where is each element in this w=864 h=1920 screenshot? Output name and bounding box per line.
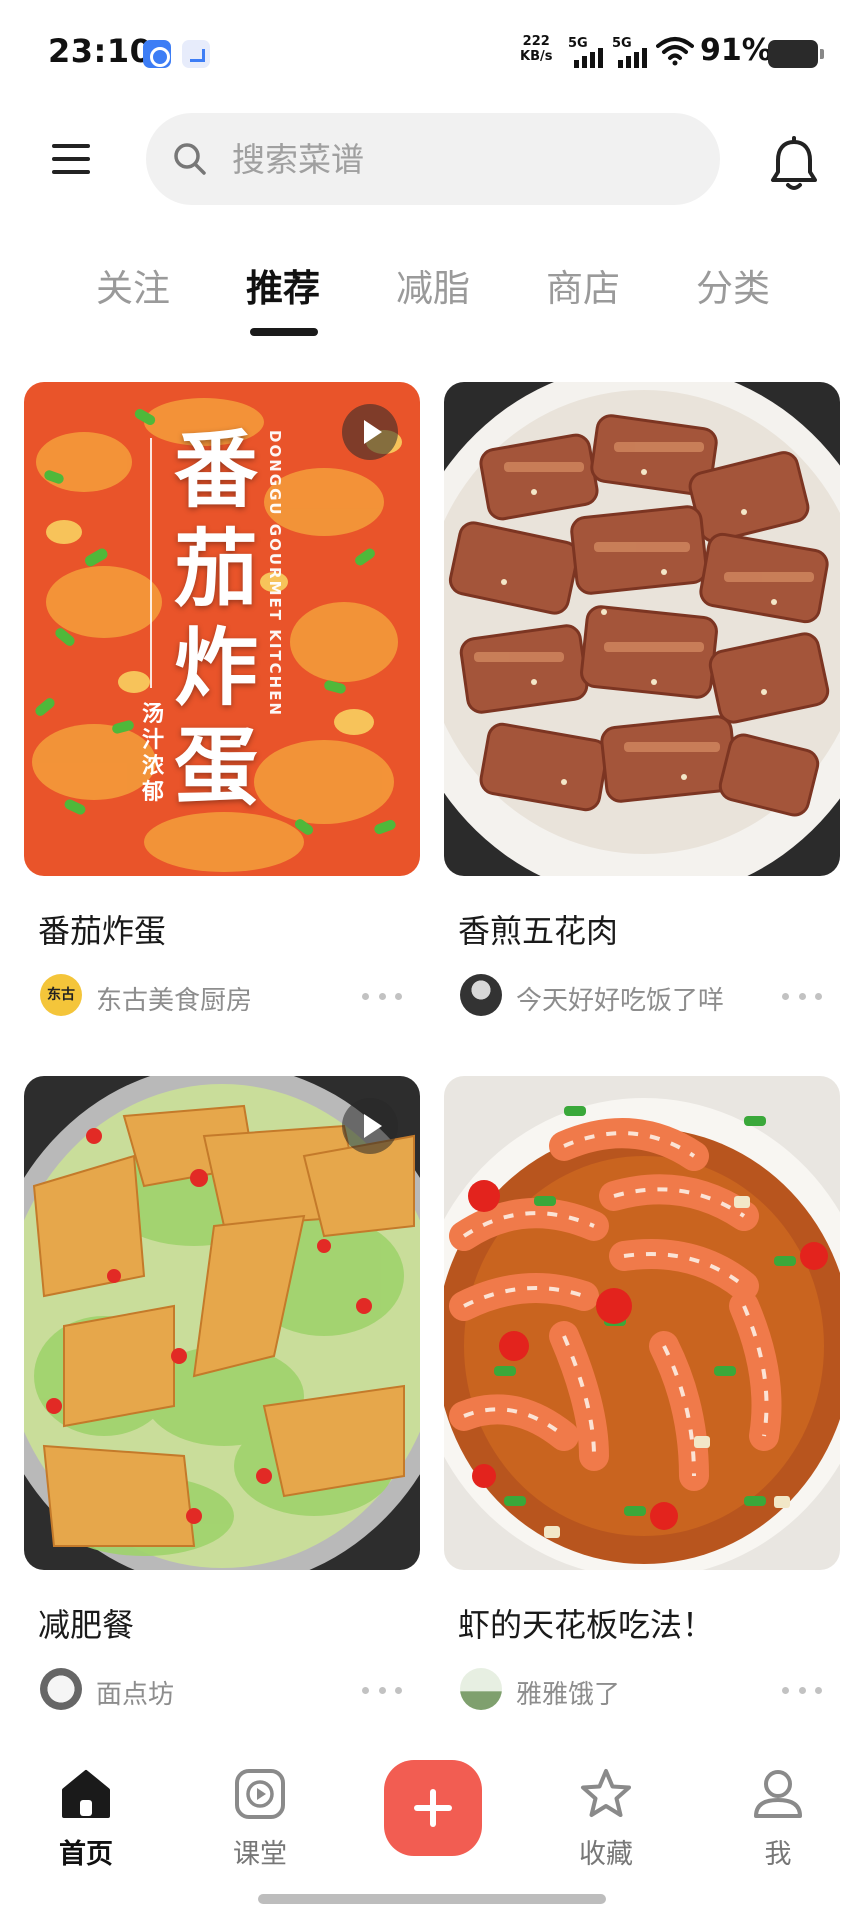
more-icon[interactable] — [362, 982, 402, 1010]
nav-classroom[interactable]: 课堂 — [200, 1766, 320, 1871]
more-icon[interactable] — [782, 982, 822, 1010]
nav-profile[interactable]: 我 — [718, 1766, 838, 1871]
search-input[interactable] — [232, 113, 692, 205]
tab-category[interactable]: 分类 — [673, 258, 793, 312]
home-indicator[interactable] — [258, 1894, 606, 1904]
author-name[interactable]: 面点坊 — [96, 1674, 174, 1711]
play-square-icon — [235, 1769, 285, 1819]
search-icon — [174, 143, 206, 175]
wifi-icon — [656, 37, 694, 66]
recipe-image[interactable] — [24, 1076, 420, 1570]
notification-chart-icon — [182, 40, 210, 68]
avatar[interactable] — [460, 974, 502, 1016]
nav-home[interactable]: 首页 — [26, 1766, 146, 1871]
tab-recommend[interactable]: 推荐 — [223, 258, 343, 312]
avatar[interactable] — [460, 1668, 502, 1710]
bell-icon[interactable] — [768, 136, 820, 192]
recipe-title[interactable]: 减肥餐 — [24, 1600, 420, 1646]
recipe-title[interactable]: 番茄炸蛋 — [24, 906, 420, 952]
video-play-icon — [342, 1098, 398, 1154]
recipe-title[interactable]: 香煎五花肉 — [444, 906, 840, 952]
category-tabs: 关注 推荐 减脂 商店 分类 — [0, 248, 864, 338]
battery-percent: 91% — [700, 33, 772, 68]
user-icon — [754, 1770, 802, 1818]
recipe-card[interactable]: 虾的天花板吃法！ 雅雅饿了 — [444, 1076, 840, 1712]
recipe-title[interactable]: 虾的天花板吃法！ — [444, 1600, 840, 1646]
signal-sim1-icon: 5G — [568, 36, 612, 68]
more-icon[interactable] — [362, 1676, 402, 1704]
signal-sim2-icon: 5G — [612, 36, 656, 68]
bottom-navigation: 首页 课堂 收藏 我 — [0, 1736, 864, 1920]
image-overlay-title: 番茄炸蛋 — [174, 420, 259, 816]
tab-follow[interactable]: 关注 — [73, 258, 193, 312]
status-time: 23:10 — [48, 32, 153, 70]
decorative-line — [150, 438, 152, 688]
active-tab-indicator — [250, 328, 318, 336]
home-icon — [62, 1770, 110, 1818]
recipe-author-row: 今天好好吃饭了咩 — [444, 974, 840, 1018]
recipe-card[interactable]: 香煎五花肉 今天好好吃饭了咩 — [444, 382, 840, 1018]
video-play-icon — [342, 404, 398, 460]
menu-icon[interactable] — [44, 136, 100, 182]
author-name[interactable]: 东古美食厨房 — [96, 980, 252, 1017]
recipe-image[interactable]: 番茄炸蛋 汤汁浓郁 DONGGU GOURMET KITCHEN — [24, 382, 420, 876]
recipe-image[interactable] — [444, 1076, 840, 1570]
recipe-author-row: 面点坊 — [24, 1668, 420, 1712]
image-overlay-subtitle: 汤汁浓郁 — [142, 702, 165, 805]
pork-belly-photo — [444, 382, 840, 876]
notification-app-icon — [143, 40, 171, 68]
more-icon[interactable] — [782, 1676, 822, 1704]
status-bar: 23:10 222 KB/s 5G 5G 91% — [0, 0, 864, 108]
tab-fat-loss[interactable]: 减脂 — [373, 258, 493, 312]
author-name[interactable]: 雅雅饿了 — [516, 1674, 620, 1711]
recipe-card[interactable]: 减肥餐 面点坊 — [24, 1076, 420, 1712]
tab-store[interactable]: 商店 — [523, 258, 643, 312]
avatar[interactable]: 东古 — [40, 974, 82, 1016]
recipe-card[interactable]: 番茄炸蛋 汤汁浓郁 DONGGU GOURMET KITCHEN 番茄炸蛋 东古… — [24, 382, 420, 1018]
recipe-author-row: 雅雅饿了 — [444, 1668, 840, 1712]
nav-favorites[interactable]: 收藏 — [546, 1766, 666, 1871]
recipe-author-row: 东古 东古美食厨房 — [24, 974, 420, 1018]
avatar[interactable] — [40, 1668, 82, 1710]
battery-icon — [768, 40, 824, 68]
author-name[interactable]: 今天好好吃饭了咩 — [516, 980, 724, 1017]
image-overlay-brand: DONGGU GOURMET KITCHEN — [266, 430, 284, 718]
header — [0, 108, 864, 218]
add-recipe-button[interactable] — [384, 1760, 482, 1856]
network-speed: 222 KB/s — [520, 34, 553, 64]
recipe-image[interactable] — [444, 382, 840, 876]
search-bar[interactable] — [146, 113, 720, 205]
shrimp-photo — [444, 1076, 840, 1570]
star-icon — [581, 1769, 631, 1817]
